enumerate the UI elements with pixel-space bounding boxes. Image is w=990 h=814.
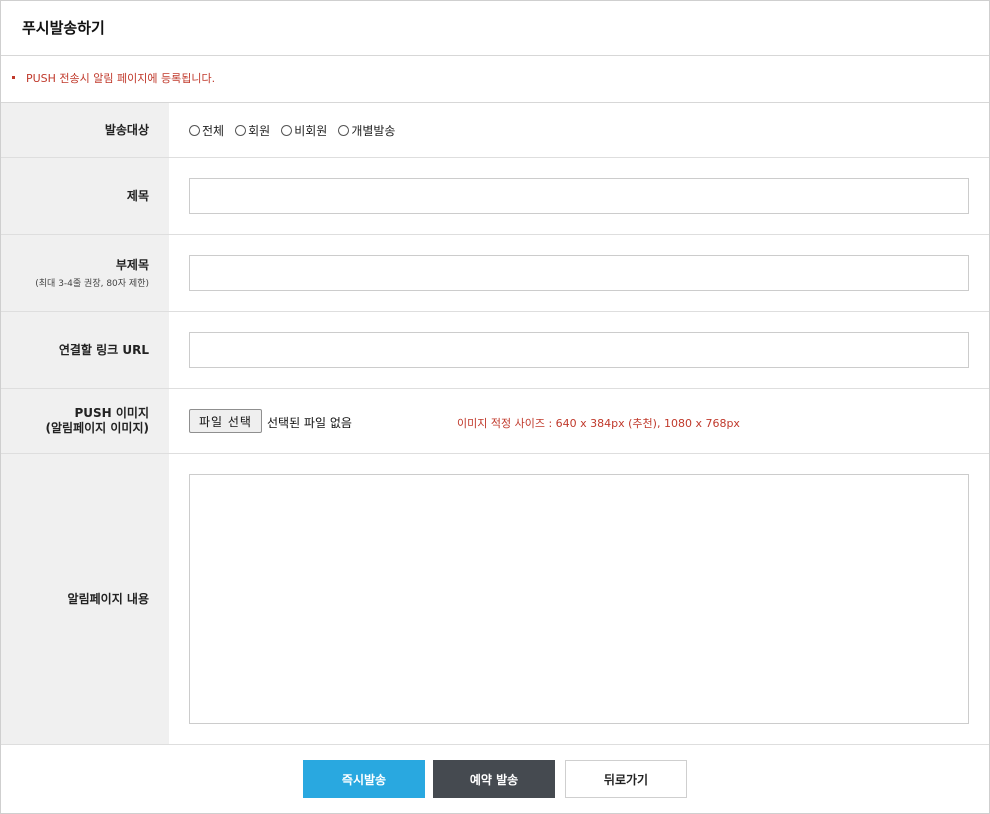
row-label: 연결할 링크 URL xyxy=(1,312,169,388)
row-content: 알림페이지 내용 xyxy=(1,454,989,745)
action-bar: 즉시발송 예약 발송 뒤로가기 xyxy=(1,745,989,813)
subtitle-label: 부제목 xyxy=(115,257,149,272)
radio-circle-icon[interactable] xyxy=(281,125,293,136)
reserve-send-button[interactable]: 예약 발송 xyxy=(433,760,555,798)
send-now-button[interactable]: 즉시발송 xyxy=(303,760,425,798)
radio-label: 회원 xyxy=(248,124,271,138)
row-image: PUSH 이미지 (알림페이지 이미지) 파일 선택 선택된 파일 없음 이미지… xyxy=(1,389,989,454)
title-bar: 푸시발송하기 xyxy=(1,1,989,56)
subject-input[interactable] xyxy=(189,178,969,214)
row-link: 연결할 링크 URL xyxy=(1,312,989,389)
link-label: 연결할 링크 URL xyxy=(58,342,149,357)
radio-circle-icon[interactable] xyxy=(189,125,200,136)
row-label: 제목 xyxy=(1,158,169,234)
radio-label: 개별발송 xyxy=(351,124,396,138)
row-label: PUSH 이미지 (알림페이지 이미지) xyxy=(1,389,169,453)
radio-all[interactable]: 전체 xyxy=(189,122,224,139)
row-subtitle: 부제목 (최대 3-4줄 권장, 80자 제한) xyxy=(1,235,989,312)
back-button[interactable]: 뒤로가기 xyxy=(565,760,687,798)
notice-text: PUSH 전송시 알림 페이지에 등록됩니다. xyxy=(26,72,216,85)
radio-individual[interactable]: 개별발송 xyxy=(338,122,395,139)
bullet-icon xyxy=(12,76,15,79)
row-label: 알림페이지 내용 xyxy=(1,454,169,744)
target-radio-group: 전체 회원 비회원 개별발송 xyxy=(189,122,406,139)
image-label-line2: (알림페이지 이미지) xyxy=(45,421,149,435)
radio-label: 전체 xyxy=(202,124,225,138)
radio-circle-icon[interactable] xyxy=(235,125,247,136)
target-field: 전체 회원 비회원 개별발송 xyxy=(189,103,969,157)
image-field: 파일 선택 선택된 파일 없음 이미지 적정 사이즈 : 640 x 384px… xyxy=(189,389,969,453)
row-subject: 제목 xyxy=(1,158,989,235)
radio-circle-icon[interactable] xyxy=(338,125,350,136)
radio-member[interactable]: 회원 xyxy=(235,122,270,139)
subtitle-input[interactable] xyxy=(189,255,969,291)
target-label: 발송대상 xyxy=(104,122,149,137)
row-target: 발송대상 전체 회원 비회원 개별발송 xyxy=(1,103,989,158)
link-field xyxy=(189,312,969,388)
row-label: 발송대상 xyxy=(1,103,169,157)
image-label-line1: PUSH 이미지 xyxy=(74,406,149,420)
subject-label: 제목 xyxy=(126,188,149,203)
radio-label: 비회원 xyxy=(294,124,328,138)
page-title: 푸시발송하기 xyxy=(22,19,105,37)
subtitle-field xyxy=(189,235,969,311)
notice-bar: PUSH 전송시 알림 페이지에 등록됩니다. xyxy=(1,56,989,103)
radio-non-member[interactable]: 비회원 xyxy=(281,122,327,139)
content-field xyxy=(189,454,969,744)
content-label: 알림페이지 내용 xyxy=(67,591,149,606)
row-label: 부제목 (최대 3-4줄 권장, 80자 제한) xyxy=(1,235,169,311)
image-size-hint: 이미지 적정 사이즈 : 640 x 384px (추천), 1080 x 76… xyxy=(457,417,740,430)
file-select-button[interactable]: 파일 선택 xyxy=(189,409,262,433)
subtitle-hint: (최대 3-4줄 권장, 80자 제한) xyxy=(35,278,149,289)
push-send-panel: 푸시발송하기 PUSH 전송시 알림 페이지에 등록됩니다. 발송대상 전체 회… xyxy=(0,0,990,814)
link-url-input[interactable] xyxy=(189,332,969,368)
subject-field xyxy=(189,158,969,234)
content-textarea[interactable] xyxy=(189,474,969,724)
file-status-text: 선택된 파일 없음 xyxy=(267,416,352,430)
